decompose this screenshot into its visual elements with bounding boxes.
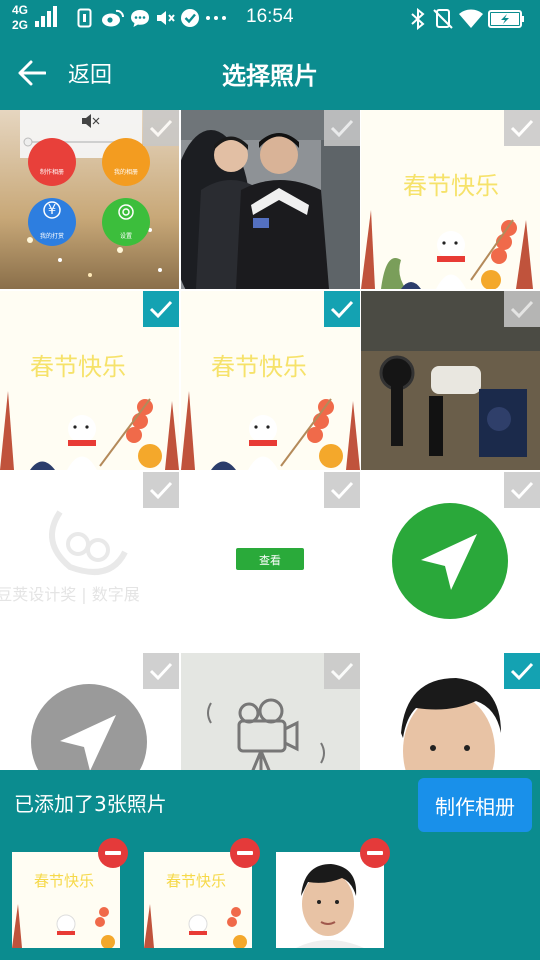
check-mark-icon bbox=[330, 662, 354, 681]
photo-cell[interactable]: 春节快乐 bbox=[361, 110, 540, 289]
no-sim-icon bbox=[433, 9, 453, 29]
check-mark-icon bbox=[330, 481, 354, 500]
page-title: 选择照片 bbox=[222, 62, 318, 90]
view-button-text: 查看 bbox=[259, 553, 281, 567]
mute-icon bbox=[157, 11, 175, 25]
select-checkbox[interactable] bbox=[143, 472, 179, 508]
photo-cell[interactable] bbox=[0, 653, 179, 770]
remove-photo-button[interactable] bbox=[98, 838, 128, 868]
remove-photo-button[interactable] bbox=[360, 838, 390, 868]
photo-cell[interactable]: 春节快乐 bbox=[181, 291, 360, 470]
message-icon bbox=[131, 10, 149, 27]
menu-label-settings: 设置 bbox=[120, 232, 132, 240]
check-mark-icon bbox=[510, 119, 534, 138]
selection-panel: 已添加了3张照片 制作相册 春节快乐 春节快乐 bbox=[0, 770, 540, 960]
bluetooth-icon bbox=[411, 8, 425, 30]
photo-cell[interactable]: 制作相册 我的相册 ¥ 我的打赏 设置 bbox=[0, 110, 179, 289]
wifi-icon bbox=[459, 9, 483, 28]
select-checkbox[interactable] bbox=[143, 110, 179, 146]
select-checkbox[interactable] bbox=[143, 653, 179, 689]
select-checkbox[interactable] bbox=[324, 472, 360, 508]
spring-festival-text: 春节快乐 bbox=[30, 353, 126, 381]
check-mark-icon bbox=[510, 300, 534, 319]
check-mark-icon bbox=[149, 119, 173, 138]
sim-icon bbox=[77, 8, 92, 28]
minus-icon bbox=[237, 851, 253, 855]
watermark-text: 豆荚设计奖 | 数字展 bbox=[0, 585, 140, 604]
check-mark-icon bbox=[149, 300, 173, 319]
check-icon bbox=[181, 9, 199, 27]
check-mark-icon bbox=[330, 300, 354, 319]
make-album-button[interactable]: 制作相册 bbox=[418, 778, 532, 832]
select-checkbox-checked[interactable] bbox=[504, 653, 540, 689]
photo-cell[interactable] bbox=[181, 653, 360, 770]
weibo-icon bbox=[102, 9, 125, 27]
remove-photo-button[interactable] bbox=[230, 838, 260, 868]
check-mark-icon bbox=[149, 662, 173, 681]
select-checkbox-checked[interactable] bbox=[143, 291, 179, 327]
selected-thumb[interactable]: 春节快乐 bbox=[144, 852, 252, 948]
select-checkbox[interactable] bbox=[504, 291, 540, 327]
thumb-text: 春节快乐 bbox=[34, 872, 94, 890]
signal-icon bbox=[35, 6, 57, 27]
select-checkbox[interactable] bbox=[324, 653, 360, 689]
thumb-text: 春节快乐 bbox=[166, 872, 226, 890]
check-mark-icon bbox=[330, 119, 354, 138]
select-checkbox[interactable] bbox=[504, 472, 540, 508]
photo-cell[interactable] bbox=[361, 472, 540, 651]
network-type: 4G 2G bbox=[12, 3, 29, 32]
thumb-spring-festival: 春节快乐 bbox=[12, 852, 120, 948]
menu-label-my-reward: 我的打赏 bbox=[40, 232, 64, 240]
select-checkbox-checked[interactable] bbox=[324, 291, 360, 327]
photo-cell[interactable] bbox=[181, 110, 360, 289]
spring-festival-text: 春节快乐 bbox=[403, 172, 499, 200]
photo-grid[interactable]: 制作相册 我的相册 ¥ 我的打赏 设置 春节快乐 春节快乐 春节快乐 豆荚设计奖… bbox=[0, 110, 540, 770]
thumb-spring-festival: 春节快乐 bbox=[144, 852, 252, 948]
more-icon bbox=[206, 16, 226, 20]
check-mark-icon bbox=[510, 481, 534, 500]
spring-festival-text: 春节快乐 bbox=[211, 353, 307, 381]
photo-cell[interactable] bbox=[361, 291, 540, 470]
minus-icon bbox=[105, 851, 121, 855]
menu-label-make-album: 制作相册 bbox=[40, 168, 64, 176]
check-mark-icon bbox=[149, 481, 173, 500]
select-checkbox[interactable] bbox=[504, 110, 540, 146]
select-checkbox[interactable] bbox=[324, 110, 360, 146]
battery-icon bbox=[488, 10, 524, 28]
svg-text:¥: ¥ bbox=[48, 203, 56, 218]
status-bar: 4G 2G 16:54 bbox=[0, 0, 540, 36]
photo-cell[interactable]: 查看 bbox=[181, 472, 360, 651]
selected-thumb[interactable]: 春节快乐 bbox=[12, 852, 120, 948]
selection-count-text: 已添加了3张照片 bbox=[14, 792, 167, 816]
check-mark-icon bbox=[510, 662, 534, 681]
minus-icon bbox=[367, 851, 383, 855]
photo-cell[interactable]: 春节快乐 bbox=[0, 291, 179, 470]
photo-cell[interactable] bbox=[361, 653, 540, 770]
clock: 16:54 bbox=[246, 6, 294, 27]
photo-cell[interactable]: 豆荚设计奖 | 数字展 bbox=[0, 472, 179, 651]
app-header: 返回 选择照片 bbox=[0, 36, 540, 110]
menu-label-my-album: 我的相册 bbox=[114, 168, 138, 176]
